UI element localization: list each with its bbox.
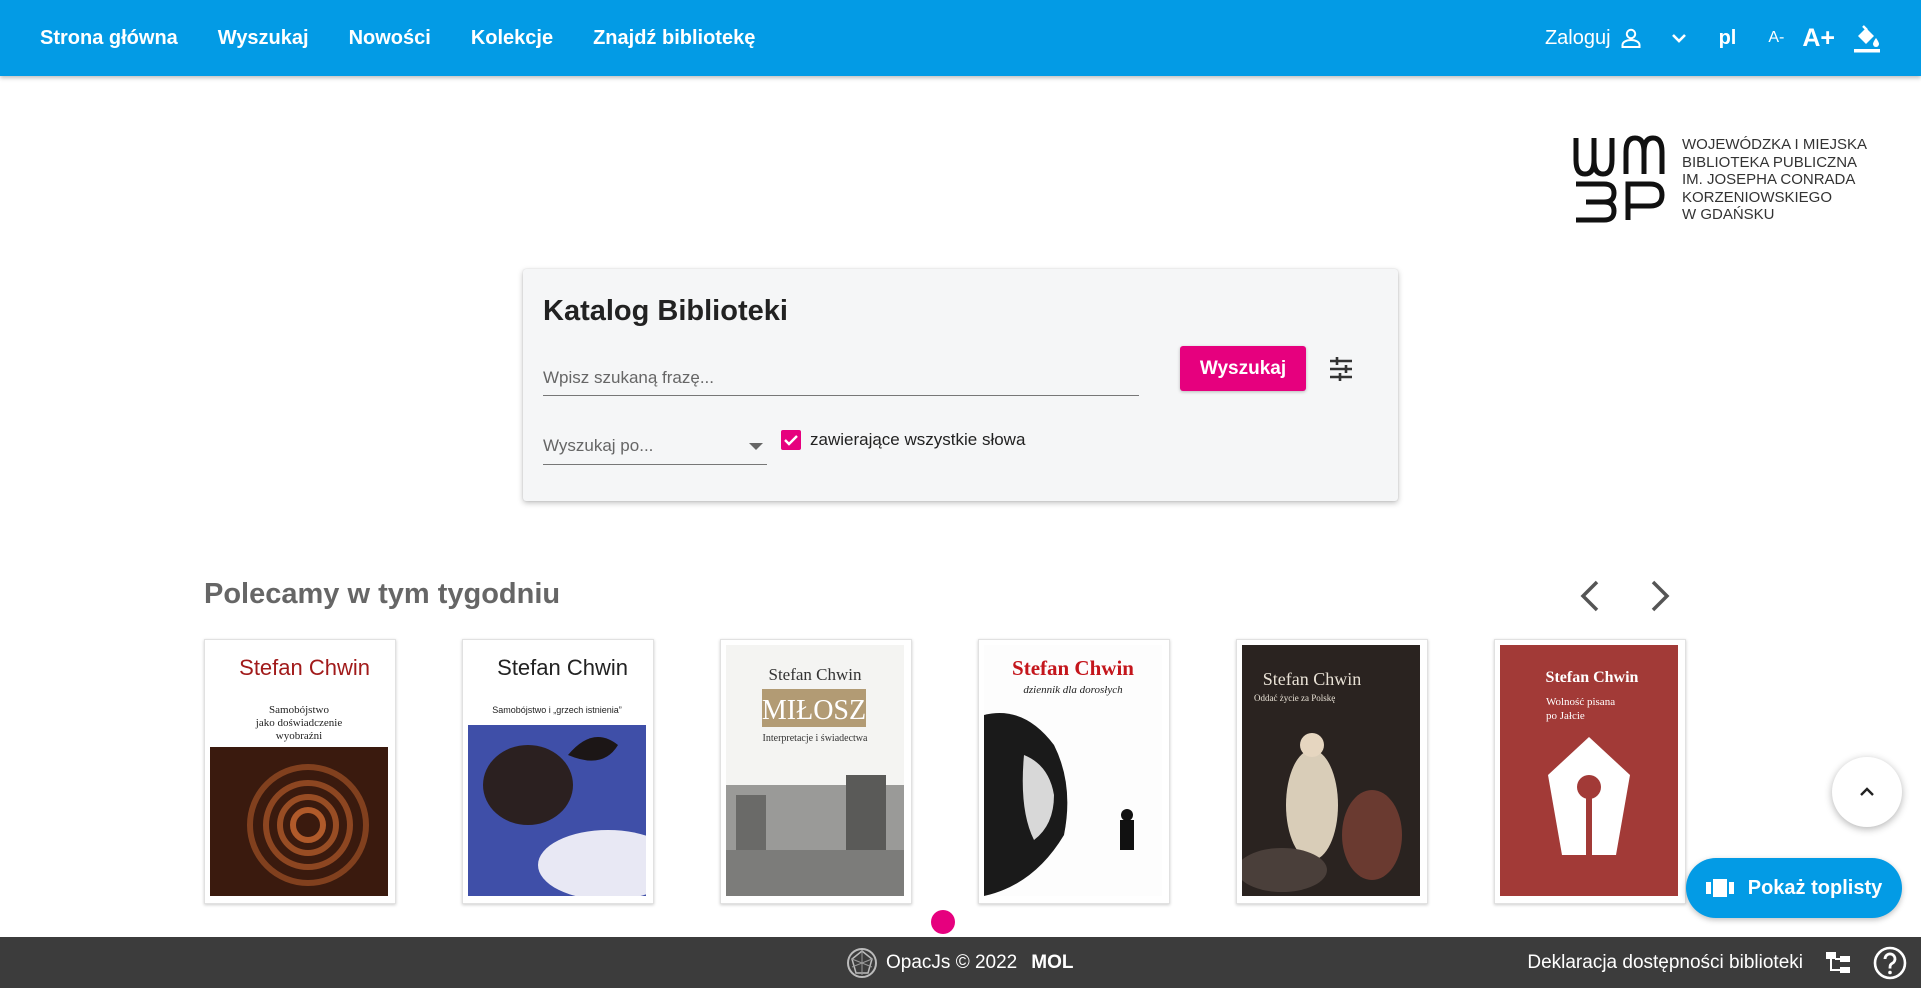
nav-new[interactable]: Nowości — [349, 27, 431, 50]
book-card[interactable]: Stefan Chwin MIŁOSZ Interpretacje i świa… — [720, 639, 912, 904]
nav-collections[interactable]: Kolekcje — [471, 27, 553, 50]
cover-title: MIŁOSZ — [762, 695, 866, 726]
chevron-up-icon — [1860, 787, 1874, 796]
advanced-filters-icon[interactable] — [1326, 354, 1356, 384]
top-navigation-bar: Strona główna Wyszukaj Nowości Kolekcje … — [0, 0, 1921, 76]
book-cover: Stefan Chwin Oddać życie za Polskę — [1242, 645, 1420, 896]
cover-title: dziennik dla dorosłych — [1023, 684, 1123, 696]
book-cover: Stefan Chwin Wolność pisana po Jałcie — [1500, 645, 1678, 896]
search-by-label: Wyszukaj po... — [543, 436, 654, 455]
contrast-paint-icon[interactable] — [1853, 23, 1881, 53]
login-button[interactable]: Zaloguj — [1545, 26, 1643, 50]
library-logo: Wojewódzka i Miejska Biblioteka Publiczn… — [1572, 134, 1892, 230]
nav-home[interactable]: Strona główna — [40, 27, 178, 50]
book-card[interactable]: Stefan Chwin Wolność pisana po Jałcie — [1494, 639, 1686, 904]
carousel-next-icon[interactable] — [1639, 576, 1679, 616]
footer: OpacJs © 2022 MOL Deklaracja dostępności… — [0, 937, 1921, 988]
language-switch[interactable]: pl — [1719, 27, 1737, 50]
library-name: Wojewódzka i Miejska Biblioteka Publiczn… — [1682, 136, 1867, 230]
help-icon[interactable] — [1873, 946, 1907, 980]
all-words-label: zawierające wszystkie słowa — [810, 430, 1026, 449]
carousel-prev-icon[interactable] — [1571, 576, 1611, 616]
wbp-logo-mark — [1573, 135, 1665, 223]
cover-title: Samobójstwo — [269, 704, 329, 716]
cover-title: po Jałcie — [1546, 710, 1585, 722]
catalog-title: Katalog Biblioteki — [543, 295, 788, 327]
sitemap-icon[interactable] — [1825, 950, 1851, 976]
cover-title: Wolność pisana — [1546, 696, 1615, 708]
library-name-line: w Gdańsku — [1682, 206, 1775, 223]
opac-logo-icon — [847, 947, 877, 978]
cover-title: wyobraźni — [276, 730, 322, 742]
scroll-to-top-button[interactable] — [1832, 757, 1902, 827]
user-icon — [1621, 28, 1641, 48]
recommendations-title: Polecamy w tym tygodniu — [204, 578, 561, 610]
cover-title: Samobójstwo i „grzech istnienia” — [492, 705, 622, 715]
all-words-checkbox[interactable] — [781, 430, 801, 450]
library-name-line: Wojewódzka i Miejska — [1682, 136, 1868, 153]
book-card[interactable]: Stefan Chwin Samobójstwo i „grzech istni… — [462, 639, 654, 904]
login-label: Zaloguj — [1544, 26, 1611, 49]
search-button[interactable]: Wyszukaj — [1180, 346, 1306, 391]
font-smaller-button[interactable]: A- — [1768, 29, 1784, 47]
book-card[interactable]: Stefan Chwin Samobójstwo jako doświadcze… — [204, 639, 396, 904]
library-name-line: Biblioteka Publiczna — [1682, 153, 1858, 171]
chevron-down-icon[interactable] — [1669, 28, 1689, 48]
main-menu: Strona główna Wyszukaj Nowości Kolekcje … — [40, 0, 755, 76]
book-cover: Stefan Chwin Samobójstwo i „grzech istni… — [468, 645, 646, 896]
cover-author: Stefan Chwin — [1012, 656, 1134, 680]
cover-author: Stefan Chwin — [239, 655, 370, 680]
cover-title: jako doświadczenie — [255, 717, 343, 729]
book-card[interactable]: Stefan Chwin dziennik dla dorosłych — [978, 639, 1170, 904]
book-cover: Stefan Chwin dziennik dla dorosłych — [984, 645, 1162, 896]
toplist-cards-icon — [1705, 879, 1734, 897]
cover-title: Oddać życie za Polskę — [1254, 693, 1335, 703]
catalog-search-card: Katalog Biblioteki Wyszukaj Wyszukaj po.… — [523, 269, 1398, 501]
carousel-page-indicator[interactable] — [931, 910, 955, 934]
footer-links: Deklaracja dostępności biblioteki — [1527, 937, 1907, 988]
font-larger-button[interactable]: A+ — [1802, 24, 1835, 53]
show-toplists-label: Pokaż toplisty — [1747, 876, 1883, 899]
library-name-line: Korzeniowskiego — [1682, 188, 1833, 206]
cover-subtitle: Interpretacje i świadectwa — [763, 733, 869, 744]
book-cover: Stefan Chwin MIŁOSZ Interpretacje i świa… — [726, 645, 904, 896]
footer-copyright: OpacJs © 2022 MOL — [846, 937, 1073, 988]
book-card[interactable]: Stefan Chwin Oddać życie za Polskę — [1236, 639, 1428, 904]
copyright-text: OpacJs © 2022 — [886, 951, 1018, 973]
nav-tools: Zaloguj pl A- A+ — [1545, 0, 1881, 76]
cover-author: Stefan Chwin — [497, 655, 628, 680]
checkmark-icon — [784, 435, 798, 446]
book-cover: Stefan Chwin Samobójstwo jako doświadcze… — [210, 645, 388, 896]
cover-author: Stefan Chwin — [1263, 669, 1362, 689]
search-by-select[interactable]: Wyszukaj po... — [543, 424, 767, 465]
library-name-line: im. Josepha Conrada — [1682, 171, 1856, 188]
nav-find-library[interactable]: Znajdź bibliotekę — [593, 27, 755, 50]
show-toplists-button[interactable]: Pokaż toplisty — [1686, 858, 1902, 918]
accessibility-declaration-link[interactable]: Deklaracja dostępności biblioteki — [1527, 952, 1803, 974]
dropdown-arrow-icon — [749, 443, 763, 450]
nav-search[interactable]: Wyszukaj — [218, 27, 309, 50]
cover-author: Stefan Chwin — [768, 665, 862, 684]
cover-author: Stefan Chwin — [1546, 669, 1639, 686]
mol-link[interactable]: MOL — [1031, 952, 1073, 974]
search-input[interactable] — [543, 361, 1139, 396]
